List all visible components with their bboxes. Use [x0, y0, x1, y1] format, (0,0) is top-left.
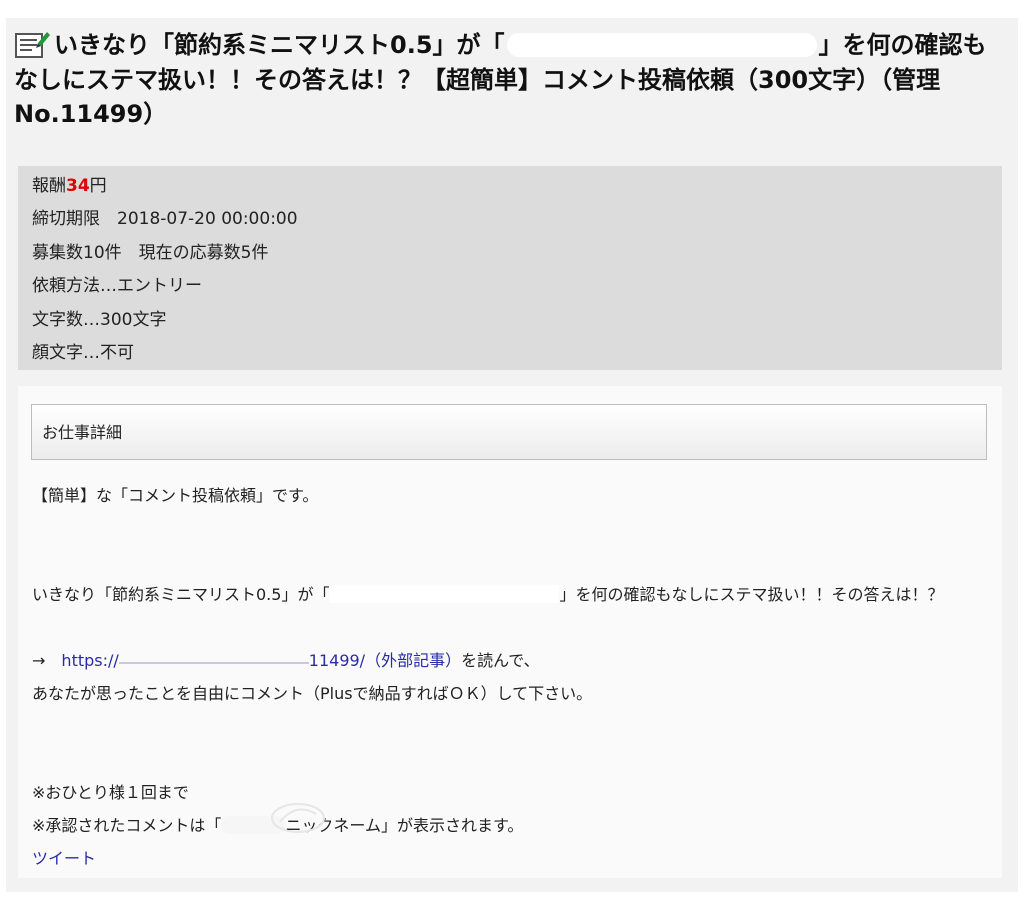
deadline-line: 締切期限 2018-07-20 00:00:00 — [32, 209, 298, 230]
details-intro: 【簡単】な「コメント投稿依頼」です。 — [32, 486, 319, 505]
note-limit: ※おひとり様１回まで — [32, 783, 189, 802]
link-suffix: を読んで、 — [461, 651, 540, 670]
title-text-start: いきなり「節約系ミニマリスト0.5」が「 — [54, 31, 505, 59]
job-details-box: お仕事詳細 【簡単】な「コメント投稿依頼」です。 いきなり「節約系ミニマリスト0… — [18, 386, 1002, 878]
details-header: お仕事詳細 — [31, 404, 987, 460]
tweet-link[interactable]: ツイート — [32, 849, 96, 868]
redacted-link-segment — [118, 653, 309, 667]
job-summary-box: 報酬34円 締切期限 2018-07-20 00:00:00 募集数10件 現在… — [18, 166, 1002, 370]
page-title: いきなり「節約系ミニマリスト0.5」が「 」を何の確認もなしにステマ扱い！！その答… — [14, 28, 1004, 132]
details-paragraph: いきなり「節約系ミニマリスト0.5」が「 」を何の確認もなしにステマ扱い！！その答… — [32, 585, 944, 604]
recruit-line: 募集数10件 現在の応募数5件 — [32, 242, 269, 263]
method-line: 依頼方法…エントリー — [32, 276, 202, 297]
redacted-inline-segment — [329, 585, 560, 603]
char-count-line: 文字数…300文字 — [32, 309, 167, 330]
article-link[interactable]: https://11499/（外部記事） — [61, 651, 461, 670]
article-link-line: → https://11499/（外部記事）を読んで、 — [32, 644, 992, 677]
arrow-glyph: → — [32, 651, 62, 670]
redacted-title-segment — [506, 33, 817, 57]
memo-pencil-icon — [14, 29, 50, 59]
instruction-text: あなたが思ったことを自由にコメント（Plusで納品すればＯＫ）して下さい。 — [32, 684, 593, 703]
reward-amount: 34 — [66, 176, 90, 196]
note-nickname: ※承認されたコメントは「 ニックネーム」が表示されます。 — [32, 816, 524, 835]
redacted-nickname-segment — [221, 816, 286, 834]
emoticon-line: 顔文字…不可 — [32, 343, 134, 364]
reward-line: 報酬34円 — [32, 176, 107, 196]
